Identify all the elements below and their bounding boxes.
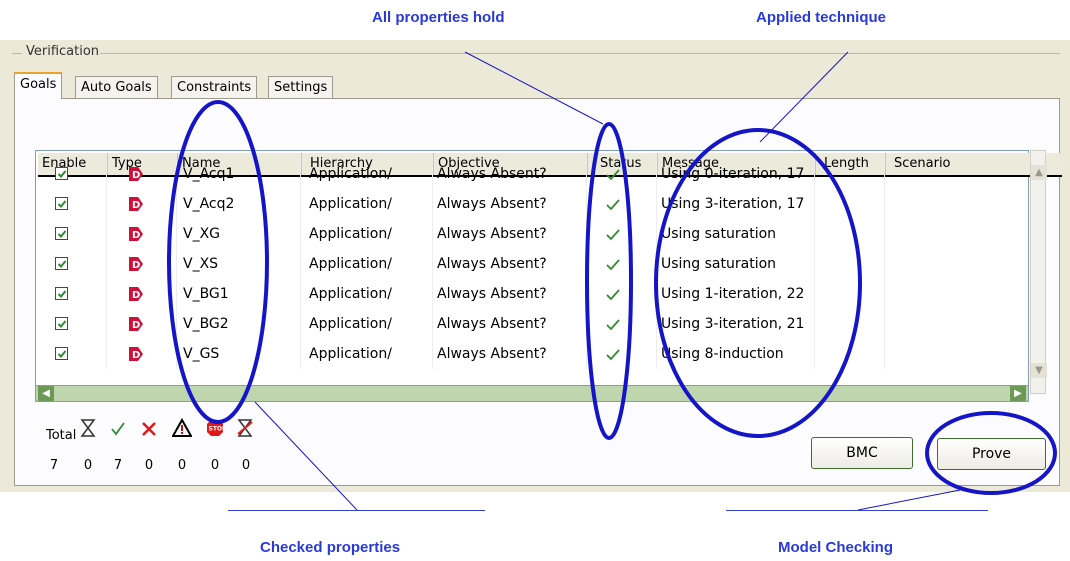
prove-button-highlight <box>925 411 1057 495</box>
message-column-highlight <box>654 128 862 438</box>
callout-checked-properties: Checked properties <box>260 539 401 556</box>
tab-goals[interactable]: Goals <box>14 72 63 99</box>
annotation-overlay <box>167 51 1057 511</box>
callout-underline <box>726 510 988 511</box>
pointer-line <box>857 489 961 511</box>
status-column-highlight <box>585 122 633 440</box>
pointer-line <box>759 51 849 143</box>
name-column-highlight <box>167 100 269 424</box>
pointer-line <box>464 51 604 125</box>
callout-model-checking: Model Checking <box>778 539 894 556</box>
callout-underline <box>228 510 485 511</box>
pointer-line <box>254 401 358 511</box>
